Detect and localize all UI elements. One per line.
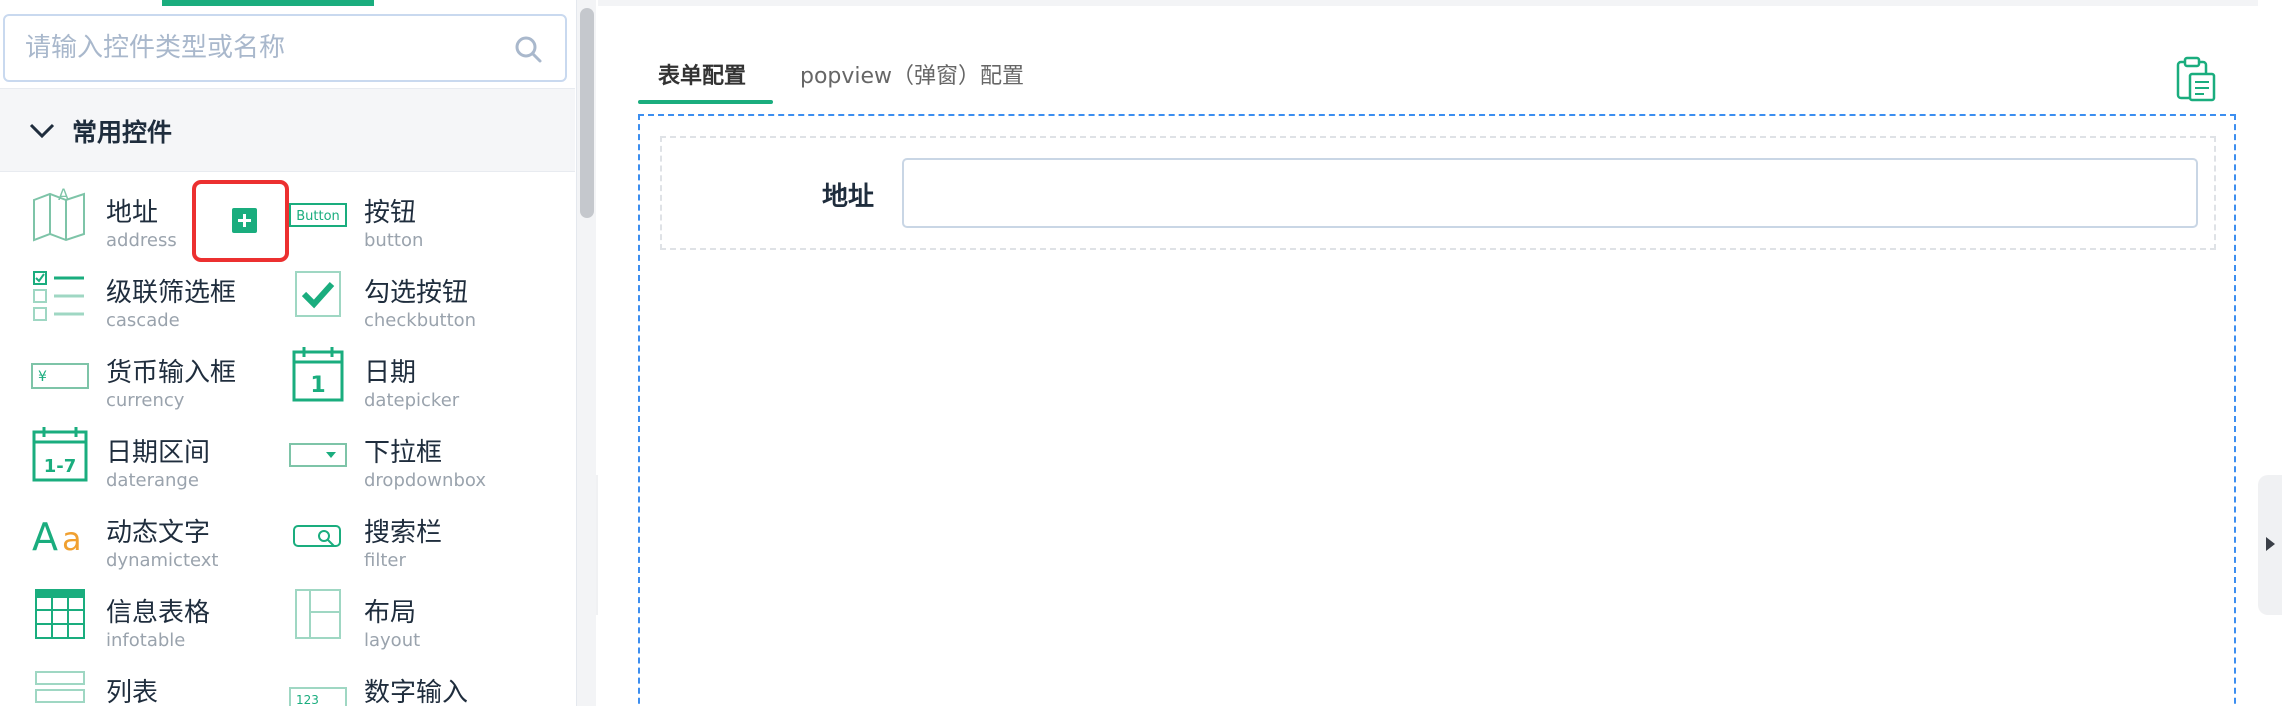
scrollbar-thumb[interactable] — [580, 8, 594, 218]
dropdown-icon — [289, 443, 347, 467]
collapse-right-panel-button[interactable] — [2258, 475, 2282, 615]
widget-number-input[interactable]: 123 数字输入 — [258, 652, 513, 706]
widget-type: checkbutton — [364, 310, 477, 331]
widget-search-box[interactable] — [3, 14, 567, 82]
widget-layout[interactable]: 布局 layout — [258, 572, 513, 652]
currency-icon: ¥ — [31, 363, 89, 389]
widget-label: 日期区间 — [106, 438, 211, 468]
layout-icon — [295, 589, 341, 639]
widget-label: 数字输入 — [364, 678, 469, 706]
widget-label: 勾选按钮 — [364, 278, 469, 308]
number-input-icon: 123 — [289, 687, 347, 706]
widget-label: 按钮 — [364, 198, 417, 228]
widget-list[interactable]: 列表 — [0, 652, 255, 706]
chevron-down-icon — [29, 123, 55, 139]
widget-dropdownbox[interactable]: 下拉框 dropdownbox — [258, 412, 513, 492]
widget-label: 级联筛选框 — [106, 278, 237, 308]
widget-datepicker[interactable]: 1 日期 datepicker — [258, 332, 513, 412]
field-label: 地址 — [822, 182, 875, 212]
widget-label: 列表 — [106, 678, 159, 706]
widget-type: dropdownbox — [364, 470, 486, 491]
address-input[interactable] — [902, 158, 2198, 228]
widget-button[interactable]: Button 按钮 button — [258, 172, 513, 252]
widget-label: 货币输入框 — [106, 358, 237, 388]
widget-filter[interactable]: 搜索栏 filter — [258, 492, 513, 572]
widget-type: button — [364, 230, 424, 251]
svg-text:1: 1 — [310, 373, 325, 398]
form-designer: 表单配置 popview（弹窗）配置 地址 — [598, 0, 2258, 706]
widget-dynamictext[interactable]: A a 动态文字 dynamictext — [0, 492, 255, 572]
tab-popview-config[interactable]: popview（弹窗）配置 — [800, 58, 1024, 90]
widget-label: 布局 — [364, 598, 417, 628]
widget-label: 下拉框 — [364, 438, 443, 468]
widget-label: 地址 — [106, 198, 159, 228]
section-common-widgets[interactable]: 常用控件 — [0, 88, 575, 172]
text-aa-icon: A a — [32, 515, 82, 559]
widget-type: datepicker — [364, 390, 460, 411]
clipboard-icon[interactable] — [2174, 56, 2218, 104]
widget-label: 日期 — [364, 358, 417, 388]
svg-text:A: A — [32, 515, 58, 559]
widget-cascade[interactable]: 级联筛选框 cascade — [0, 252, 255, 332]
svg-text:Button: Button — [296, 209, 340, 224]
svg-text:A: A — [58, 186, 69, 204]
check-icon — [295, 271, 341, 317]
widget-currency[interactable]: ¥ 货币输入框 currency — [0, 332, 255, 412]
svg-text:a: a — [62, 520, 82, 558]
map-icon: A — [33, 186, 85, 242]
widget-infotable[interactable]: 信息表格 infotable — [0, 572, 255, 652]
cascade-icon — [33, 271, 84, 321]
table-icon — [35, 589, 85, 639]
form-canvas[interactable]: 地址 — [638, 114, 2236, 706]
tab-form-config[interactable]: 表单配置 — [658, 58, 746, 90]
widget-label: 信息表格 — [106, 598, 211, 628]
svg-text:123: 123 — [296, 693, 319, 706]
widget-type: dynamictext — [106, 550, 219, 571]
widget-search-input[interactable] — [25, 16, 505, 80]
widget-type: cascade — [106, 310, 180, 331]
widget-panel-scrollbar[interactable] — [576, 0, 596, 706]
active-tab-underline — [638, 100, 773, 104]
calendar-icon: 1 — [292, 347, 344, 402]
form-field-address[interactable]: 地址 — [660, 136, 2216, 250]
daterange-icon: 1-7 — [32, 427, 88, 482]
widget-type: layout — [364, 630, 421, 651]
widget-type: filter — [364, 550, 406, 571]
active-tab-indicator — [162, 0, 374, 6]
widget-type: currency — [106, 390, 185, 411]
widget-type: address — [106, 230, 177, 251]
svg-text:¥: ¥ — [38, 369, 47, 385]
filter-search-icon — [293, 525, 341, 547]
list-icon — [35, 671, 85, 703]
widget-type: daterange — [106, 470, 199, 491]
add-widget-button[interactable] — [232, 208, 257, 233]
search-icon[interactable] — [513, 34, 543, 64]
section-title: 常用控件 — [72, 118, 173, 147]
widget-type: infotable — [106, 630, 186, 651]
widget-checkbutton[interactable]: 勾选按钮 checkbutton — [258, 252, 513, 332]
config-tabs: 表单配置 popview（弹窗）配置 — [598, 0, 1598, 89]
button-icon: Button — [289, 203, 347, 227]
widget-label: 搜索栏 — [364, 518, 443, 548]
widget-daterange[interactable]: 1-7 日期区间 daterange — [0, 412, 255, 492]
svg-text:1-7: 1-7 — [44, 456, 77, 477]
widget-label: 动态文字 — [106, 518, 211, 548]
widget-panel: 常用控件 A 地址 address Button 按钮 button — [0, 0, 578, 706]
